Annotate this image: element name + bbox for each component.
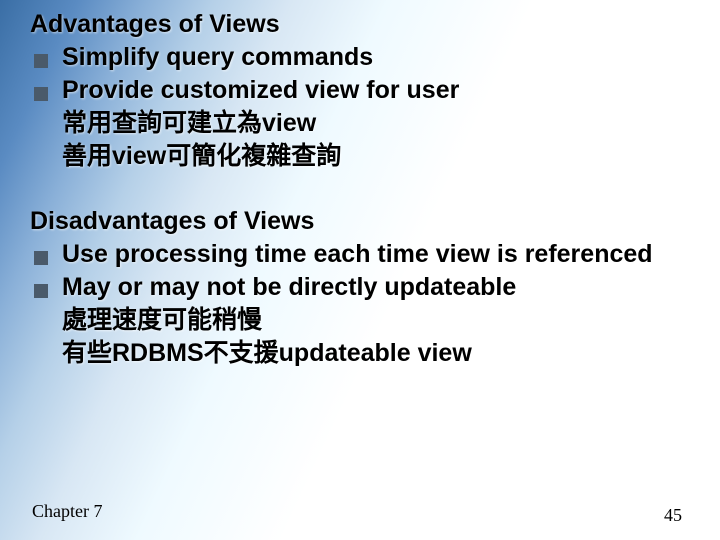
disadvantages-title: Disadvantages of Views [30,207,690,236]
list-item: May or may not be directly updateable [30,271,690,304]
sub-text: 常用查詢可建立為view [62,107,690,140]
list-item: Use processing time each time view is re… [30,238,690,271]
list-item: Simplify query commands [30,41,690,74]
slide-content: Advantages of Views Simplify query comma… [0,0,720,370]
sub-text: 有些RDBMS不支援updateable view [62,337,690,370]
bullet-text: May or may not be directly updateable [62,271,516,304]
bullet-text: Simplify query commands [62,41,373,74]
bullet-square-icon [34,284,48,298]
footer-page-number: 45 [664,505,682,526]
bullet-text: Use processing time each time view is re… [62,238,653,271]
sub-text: 處理速度可能稍慢 [62,304,690,337]
advantages-list: Simplify query commands Provide customiz… [30,41,690,173]
sub-text: 善用view可簡化複雜查詢 [62,140,690,173]
list-item: Provide customized view for user [30,74,690,107]
bullet-text: Provide customized view for user [62,74,459,107]
footer-chapter: Chapter 7 [32,501,102,522]
advantages-title: Advantages of Views [30,10,690,39]
bullet-square-icon [34,54,48,68]
bullet-square-icon [34,251,48,265]
bullet-square-icon [34,87,48,101]
disadvantages-list: Use processing time each time view is re… [30,238,690,370]
